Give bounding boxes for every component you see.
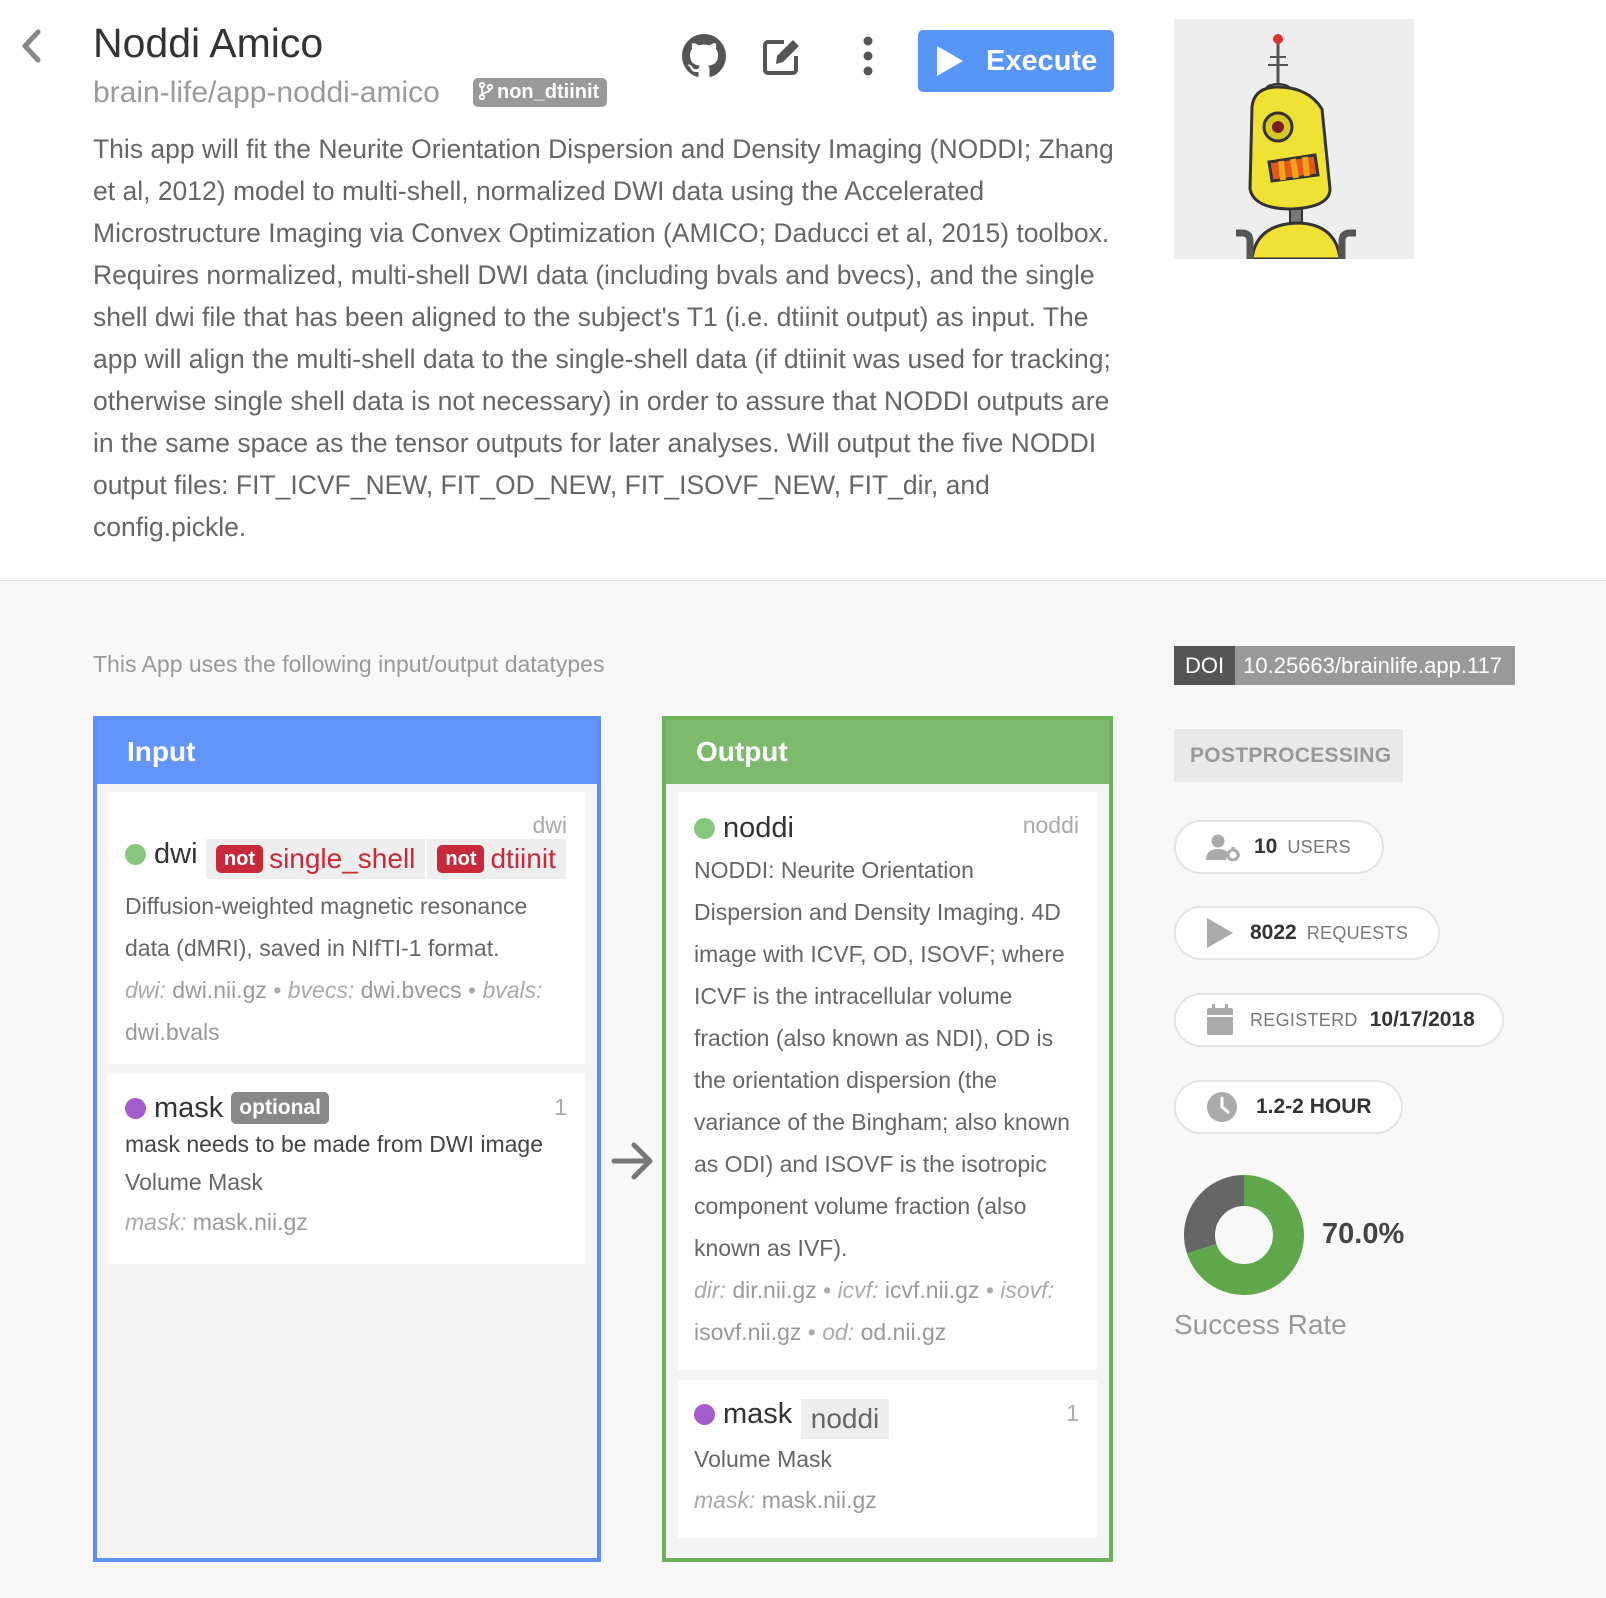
file-name: mask.nii.gz bbox=[192, 1209, 308, 1235]
file-name: dir.nii.gz bbox=[732, 1277, 817, 1303]
file-key: dwi: bbox=[125, 976, 166, 1003]
datatype-files: mask: mask.nii.gz bbox=[694, 1479, 1081, 1521]
output-card-mask[interactable]: 1 mask noddi Volume Mask mask: mask.nii.… bbox=[678, 1380, 1097, 1538]
app-avatar bbox=[1174, 19, 1414, 259]
datatype-description: Diffusion-weighted magnetic resonance da… bbox=[125, 892, 528, 961]
file-name: icvf.nii.gz bbox=[884, 1277, 980, 1303]
input-card-dwi[interactable]: dwi dwi not single_shell not dtiinit Diffus… bbox=[109, 792, 585, 1064]
app-title: Noddi Amico bbox=[93, 20, 324, 66]
edit-icon[interactable] bbox=[760, 34, 804, 78]
branch-badge: non_dtiinit bbox=[473, 78, 608, 107]
not-badge: not bbox=[215, 844, 264, 873]
datatype-files: dwi: dwi.nii.gz • bvecs: dwi.bvecs • bva… bbox=[125, 976, 543, 1045]
file-key: mask: bbox=[125, 1209, 187, 1235]
arrow-right-icon bbox=[611, 1142, 653, 1180]
file-key: mask: bbox=[694, 1486, 756, 1513]
registered-label: REGISTERD bbox=[1250, 1009, 1358, 1030]
datatype-tag-chip: not dtiinit bbox=[425, 838, 566, 879]
github-icon[interactable] bbox=[682, 34, 726, 78]
output-box: Output noddi noddi NODDI: Neurite Orient… bbox=[662, 716, 1113, 1562]
play-icon bbox=[1207, 918, 1233, 948]
runtime-value: 1.2-2 HOUR bbox=[1256, 1095, 1372, 1118]
datatype-dot-icon bbox=[125, 1098, 146, 1119]
users-cog-icon bbox=[1206, 834, 1240, 861]
registered-stat: REGISTERD 10/17/2018 bbox=[1174, 993, 1504, 1047]
datatype-tag-chip: noddi bbox=[800, 1398, 890, 1439]
datatype-dot-icon bbox=[125, 844, 146, 865]
datatype-dot-icon bbox=[694, 818, 715, 839]
app-description: This app will fit the Neurite Orientatio… bbox=[93, 134, 1114, 542]
output-title: Output bbox=[666, 720, 1109, 784]
datatype-name: mask bbox=[154, 1092, 224, 1124]
datatype-name: mask bbox=[723, 1398, 793, 1430]
file-name: dwi.nii.gz bbox=[172, 976, 267, 1003]
datatype-tag-chip: not single_shell bbox=[205, 838, 426, 879]
clock-icon bbox=[1207, 1092, 1237, 1122]
datatype-id-tag: 1 bbox=[1066, 1400, 1079, 1426]
file-name: dwi.bvals bbox=[125, 1018, 220, 1045]
play-icon bbox=[937, 46, 963, 76]
requests-count: 8022 bbox=[1250, 921, 1297, 944]
users-label: USERS bbox=[1287, 836, 1351, 857]
doi-value: 10.25663/brainlife.app.117 bbox=[1235, 646, 1516, 685]
input-title: Input bbox=[97, 720, 597, 784]
datatype-id-tag: dwi bbox=[532, 812, 567, 838]
calendar-icon bbox=[1207, 1004, 1233, 1035]
success-rate-value: 70.0% bbox=[1322, 1218, 1405, 1250]
io-intro: This App uses the following input/output… bbox=[93, 651, 605, 677]
file-name: isovf.nii.gz bbox=[694, 1319, 802, 1345]
success-rate-label: Success Rate bbox=[1174, 1309, 1347, 1340]
registered-date: 10/17/2018 bbox=[1369, 1008, 1475, 1031]
branch-name: non_dtiinit bbox=[497, 81, 600, 103]
file-name: mask.nii.gz bbox=[761, 1486, 877, 1513]
file-key: isovf: bbox=[1000, 1277, 1054, 1303]
requests-label: REQUESTS bbox=[1306, 922, 1409, 943]
repo-name[interactable]: brain-life/app-noddi-amico bbox=[93, 74, 440, 112]
datatype-description: Volume Mask bbox=[125, 1169, 264, 1195]
users-count: 10 bbox=[1254, 835, 1278, 858]
users-stat: 10 USERS bbox=[1174, 820, 1384, 874]
file-key: icvf: bbox=[837, 1277, 879, 1303]
file-key: bvecs: bbox=[287, 976, 355, 1003]
execute-label: Execute bbox=[986, 44, 1098, 77]
file-key: dir: bbox=[694, 1277, 726, 1303]
execute-button[interactable]: Execute bbox=[918, 30, 1114, 92]
runtime-stat: 1.2-2 HOUR bbox=[1174, 1080, 1403, 1134]
file-name: dwi.bvecs bbox=[360, 976, 462, 1003]
file-key: bvals: bbox=[482, 976, 543, 1003]
optional-badge: optional bbox=[231, 1092, 329, 1124]
datatype-description: Volume Mask bbox=[694, 1445, 833, 1472]
datatype-files: dir: dir.nii.gz • icvf: icvf.nii.gz • is… bbox=[694, 1277, 1054, 1345]
input-card-mask[interactable]: 1 mask optional mask needs to be made fro… bbox=[109, 1074, 585, 1264]
datatype-note: mask needs to be made from DWI image bbox=[125, 1131, 543, 1157]
doi-key: DOI bbox=[1174, 646, 1236, 685]
back-icon[interactable] bbox=[20, 28, 44, 64]
tag-label: dtiinit bbox=[490, 842, 556, 874]
datatype-dot-icon bbox=[694, 1404, 715, 1425]
tag-label: single_shell bbox=[269, 842, 416, 874]
file-name: od.nii.gz bbox=[860, 1319, 947, 1345]
failure-arc bbox=[1184, 1175, 1244, 1254]
success-rate-chart bbox=[1184, 1175, 1304, 1295]
category-tag[interactable]: POSTPROCESSING bbox=[1174, 729, 1403, 782]
datatype-name: noddi bbox=[723, 812, 794, 844]
input-box: Input dwi dwi not single_shell not dtiinit … bbox=[93, 716, 601, 1562]
file-key: od: bbox=[822, 1319, 855, 1345]
datatype-id-tag: 1 bbox=[554, 1094, 567, 1120]
datatype-files: mask: mask.nii.gz bbox=[125, 1201, 569, 1243]
more-vert-icon[interactable] bbox=[846, 34, 890, 78]
not-badge: not bbox=[437, 844, 485, 873]
datatype-name: dwi bbox=[154, 838, 198, 870]
branch-icon bbox=[478, 81, 494, 101]
datatype-description: NODDI: Neurite Orientation Dispersion an… bbox=[694, 857, 1070, 1261]
requests-stat: 8022 REQUESTS bbox=[1174, 906, 1440, 960]
datatype-id-tag: noddi bbox=[1022, 812, 1079, 838]
output-card-noddi[interactable]: noddi noddi NODDI: Neurite Orientation D… bbox=[678, 792, 1097, 1370]
doi-badge[interactable]: DOI 10.25663/brainlife.app.117 bbox=[1174, 646, 1516, 685]
